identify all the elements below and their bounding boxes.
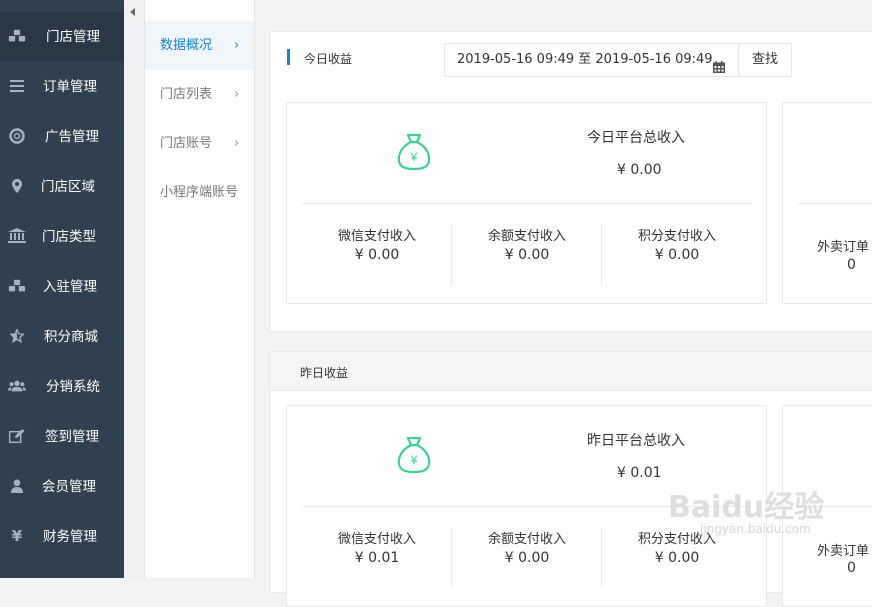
list-icon [8,77,26,95]
stat-label: 积分支付收入 [637,229,716,244]
panel-header: 今日收益 2019-05-16 09:49 至 2019-05-16 09:49… [270,32,872,77]
users-icon [8,377,26,395]
stat-value: ¥ 0.00 [504,550,550,566]
wechat-income: 微信支付收入 ¥ 0.00 [302,225,452,263]
sidebar-item-order-management[interactable]: 订单管理 [0,62,124,112]
sidebar-item-label: 广告管理 [45,129,99,145]
sidebar-item-finance[interactable]: ¥ 财务管理 [0,512,124,562]
stat-value: ¥ 0.00 [654,247,700,263]
total-income-label: 昨日平台总收入 [587,433,685,449]
takeout-orders-label: 外卖订单 [817,240,870,255]
sidebar-item-label: 门店管理 [46,29,100,45]
divider [798,203,872,204]
search-button[interactable]: 查找 [738,43,792,77]
watermark-brand: Baidu经验 [668,490,825,525]
edit-icon [8,427,26,445]
stat-value: ¥ 0.00 [504,247,550,263]
total-income-label: 今日平台总收入 [587,130,685,146]
wechat-income: 微信支付收入 ¥ 0.01 [302,528,452,566]
watermark-url: jingyan.baidu.com [700,522,811,536]
sidebar-collapse-strip[interactable] [124,0,145,578]
user-icon [8,477,26,495]
sidebar-item-points-mall[interactable]: 积分商城 [0,312,124,362]
takeout-orders-value: 0 [847,560,856,576]
sidebar-item-label: 分销系统 [46,379,100,395]
stat-label: 微信支付收入 [337,532,416,547]
chevron-right-icon: › [234,136,240,151]
calendar-icon[interactable] [713,54,725,86]
chevron-right-icon: › [234,38,240,53]
sidebar-item-label: 订单管理 [43,79,97,95]
balance-income: 余额支付收入 ¥ 0.00 [452,528,602,566]
submenu-item-data-overview[interactable]: 数据概况 › [145,21,254,70]
sidebar-item-store-area[interactable]: 门店区域 [0,162,124,212]
sidebar-item-join-management[interactable]: 入驻管理 [0,262,124,312]
bank-icon [8,227,26,245]
divider [302,203,752,204]
sidebar-item-label: 签到管理 [45,429,99,445]
star-half-icon [8,327,26,345]
sidebar-item-label: 入驻管理 [43,279,97,295]
sidebar-item-label: 财务管理 [43,529,97,545]
points-income: 积分支付收入 ¥ 0.00 [602,225,752,263]
stat-value: ¥ 0.00 [354,247,400,263]
total-income-value: ¥ 0.00 [617,162,662,178]
map-marker-icon [8,177,26,195]
money-bag-icon: ¥ [397,436,431,478]
panel-title: 昨日收益 [300,366,349,380]
sidebar-item-store-type[interactable]: 门店类型 [0,212,124,262]
svg-text:¥: ¥ [410,150,418,164]
submenu-item-label: 门店账号 [160,136,213,151]
stat-value: ¥ 0.01 [354,550,400,566]
sidebar-item-label: 会员管理 [42,479,96,495]
submenu-item-store-account[interactable]: 门店账号 › [145,119,254,168]
baidu-jingyan-watermark: Baidu经验 jingyan.baidu.com [668,482,825,536]
stat-label: 余额支付收入 [487,229,566,244]
money-bag-icon: ¥ [397,133,431,175]
submenu-item-label: 数据概况 [160,38,213,53]
submenu-item-miniprogram-account[interactable]: 小程序端账号 [145,168,254,217]
today-total-card: ¥ 今日平台总收入 ¥ 0.00 微信支付收入 ¥ 0.00 余额支付收入 ¥ … [286,102,767,304]
yen-icon: ¥ [11,527,23,545]
sidebar-item-ad-management[interactable]: 广告管理 [0,112,124,162]
lifebuoy-icon [8,127,26,145]
takeout-orders-value: 0 [847,257,856,273]
sub-navigation: 数据概况 › 门店列表 › 门店账号 › 小程序端账号 [145,0,255,578]
date-range-input[interactable]: 2019-05-16 09:49 至 2019-05-16 09:49 [444,43,740,77]
sidebar-item-store-management[interactable]: 门店管理 [0,12,124,62]
stat-label: 余额支付收入 [487,532,566,547]
sidebar-item-label: 门店类型 [42,229,96,245]
date-range-value: 2019-05-16 09:49 至 2019-05-16 09:49 [457,52,713,67]
sidebar-item-distribution[interactable]: 分销系统 [0,362,124,412]
cubes-icon [8,27,26,45]
chevron-right-icon: › [234,87,240,102]
submenu-item-label: 小程序端账号 [160,185,239,200]
stat-value: ¥ 0.00 [654,550,700,566]
panel-title: 今日收益 [304,52,353,66]
today-takeout-card: 外卖订单 0 [782,102,872,304]
submenu-item-store-list[interactable]: 门店列表 › [145,70,254,119]
submenu-item-label: 门店列表 [160,87,213,102]
title-accent-bar [287,49,290,65]
yesterday-earnings-panel: 昨日收益 ¥ 昨日平台总收入 ¥ 0.01 微信支付收入 ¥ 0.01 余额支付… [269,351,872,607]
today-earnings-panel: 今日收益 2019-05-16 09:49 至 2019-05-16 09:49… [269,31,872,332]
svg-text:¥: ¥ [410,453,418,467]
main-sidebar: 门店管理 订单管理 广告管理 门店区域 门店类型 入驻管理 积分商城 分销系统 … [0,0,124,578]
cubes-icon [8,277,26,295]
sidebar-item-label: 积分商城 [44,329,98,345]
stat-label: 微信支付收入 [337,229,416,244]
collapse-arrow-icon[interactable] [130,8,135,16]
sidebar-item-checkin[interactable]: 签到管理 [0,412,124,462]
sidebar-item-label: 门店区域 [41,179,95,195]
takeout-orders-label: 外卖订单 [817,544,870,559]
panel-header: 昨日收益 [270,352,872,391]
balance-income: 余额支付收入 ¥ 0.00 [452,225,602,263]
sidebar-item-member[interactable]: 会员管理 [0,462,124,512]
total-income-value: ¥ 0.01 [617,465,662,481]
